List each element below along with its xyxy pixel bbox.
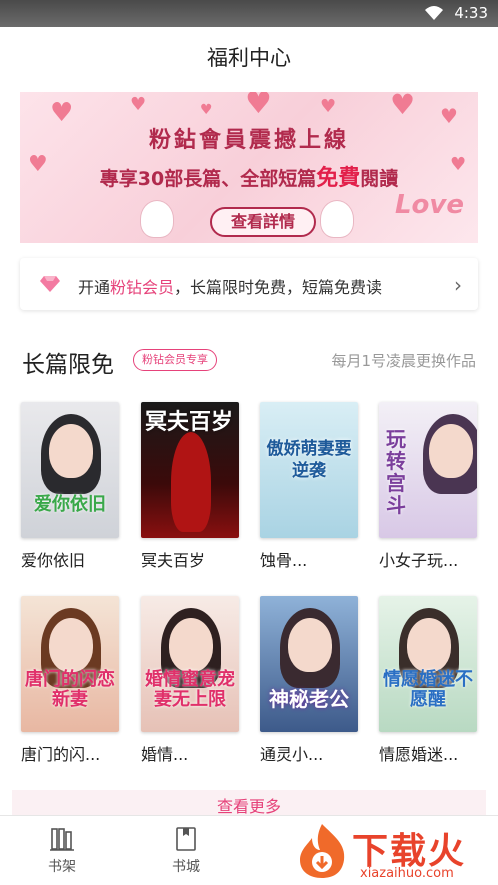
book-title: 通灵小...: [260, 745, 324, 764]
wifi-icon: [425, 6, 443, 20]
book-title: 爱你依旧: [21, 551, 86, 570]
book-item[interactable]: 爱你依旧 爱你依旧: [21, 402, 119, 571]
book-cover[interactable]: 唐门的闪恋新妻: [21, 596, 119, 732]
cover-face: [407, 618, 451, 672]
book-item[interactable]: 傲娇萌妻要逆袭 蚀骨...: [260, 402, 358, 571]
diamond-icon: [40, 276, 60, 292]
tab-bookstore[interactable]: 书城: [156, 826, 216, 876]
chevron-right-icon: ›: [454, 273, 462, 297]
book-item[interactable]: 情愿婚迷不愿醒 情愿婚迷...: [379, 596, 477, 765]
vip-promo-row[interactable]: 开通粉钻会员，长篇限时免费，短篇免费读 ›: [20, 258, 478, 310]
cover-figure: [171, 432, 211, 532]
bookshelf-icon: [50, 828, 74, 851]
book-title: 冥夫百岁: [141, 551, 206, 570]
flame-logo-icon: [300, 824, 345, 878]
vip-banner[interactable]: ♥ ♥ ♥ ♥ ♥ ♥ ♥ ♥ ♥ 粉鉆會員震撼上線 專享30部長篇、全部短篇免…: [20, 92, 478, 243]
bunny-icon: [320, 200, 354, 238]
watermark-url: xiazaihuo.com: [360, 866, 454, 881]
cover-title: 唐门的闪恋新妻: [25, 669, 115, 710]
book-item[interactable]: 神秘老公 通灵小...: [260, 596, 358, 765]
book-title: 蚀骨...: [260, 551, 308, 570]
cover-face: [169, 618, 213, 672]
tab-bookshelf-label: 书架: [48, 859, 76, 875]
book-item[interactable]: 唐门的闪恋新妻 唐门的闪...: [21, 596, 119, 765]
banner-headline: 粉鉆會員震撼上線: [148, 128, 349, 153]
bunny-icon: [140, 200, 174, 238]
book-title: 唐门的闪...: [21, 745, 101, 764]
cover-title: 婚情蜜意宠妻无上限: [145, 669, 235, 710]
love-logo: Love: [394, 190, 464, 220]
book-item[interactable]: 冥夫百岁 冥夫百岁: [141, 402, 239, 571]
section-note: 每月1号凌晨更换作品: [331, 352, 476, 370]
heart-icon: ♥: [130, 94, 147, 115]
page-title: 福利中心: [207, 46, 291, 70]
cover-title: 情愿婚迷不愿醒: [383, 669, 473, 710]
site-watermark: 下载火 xiazaihuo.com: [292, 818, 498, 885]
vip-promo-highlight: 粉钻会员: [110, 278, 175, 297]
tab-bookshelf[interactable]: 书架: [32, 826, 92, 876]
cover-title: 神秘老公: [269, 687, 349, 711]
vip-exclusive-badge: 粉钻会员专享: [133, 349, 217, 371]
heart-icon: ♥: [390, 92, 416, 121]
banner-subline-text: 專享30部長篇、全部短篇: [99, 168, 317, 190]
book-title: 情愿婚迷...: [379, 745, 459, 764]
book-cover[interactable]: 冥夫百岁: [141, 402, 239, 538]
cover-title: 爱你依旧: [34, 494, 106, 515]
book-cover[interactable]: 婚情蜜意宠妻无上限: [141, 596, 239, 732]
vip-promo-text: 开通粉钻会员，长篇限时免费，短篇免费读: [78, 274, 382, 298]
heart-icon: ♥: [200, 102, 213, 118]
banner-subline-end: 閱讀: [360, 168, 399, 190]
view-details-button[interactable]: 查看詳情: [210, 207, 316, 237]
tab-bookstore-label: 书城: [172, 859, 200, 875]
book-item[interactable]: 婚情蜜意宠妻无上限 婚情...: [141, 596, 239, 765]
status-time: 4:33: [454, 4, 488, 22]
cover-title: 傲娇萌妻要逆袭: [266, 439, 352, 481]
vip-promo-pre: 开通: [78, 278, 111, 297]
banner-subline: 專享30部長篇、全部短篇免費閱讀: [20, 160, 478, 192]
book-title: 婚情...: [141, 745, 189, 764]
book-cover[interactable]: 玩转宫斗: [379, 402, 477, 538]
book-cover[interactable]: 神秘老公: [260, 596, 358, 732]
vip-promo-post: ，长篇限时免费，短篇免费读: [174, 278, 383, 297]
section-title: 长篇限免: [22, 352, 114, 378]
book-item[interactable]: 玩转宫斗 小女子玩...: [379, 402, 477, 571]
book-title: 小女子玩...: [379, 551, 459, 570]
book-cover[interactable]: 傲娇萌妻要逆袭: [260, 402, 358, 538]
bookstore-icon: [176, 827, 196, 851]
cover-face: [49, 424, 93, 478]
cover-title: 冥夫百岁: [145, 410, 234, 435]
book-cover[interactable]: 情愿婚迷不愿醒: [379, 596, 477, 732]
cover-face: [429, 424, 473, 478]
banner-free-text: 免費: [316, 166, 361, 191]
cover-face: [288, 618, 332, 672]
cover-face: [49, 618, 93, 672]
status-bar: 4:33: [0, 0, 498, 27]
cover-title: 玩转宫斗: [386, 427, 406, 517]
view-more-button[interactable]: 查看更多: [12, 790, 486, 816]
heart-icon: ♥: [320, 96, 337, 117]
heart-icon: ♥: [245, 92, 272, 121]
book-cover[interactable]: 爱你依旧: [21, 402, 119, 538]
